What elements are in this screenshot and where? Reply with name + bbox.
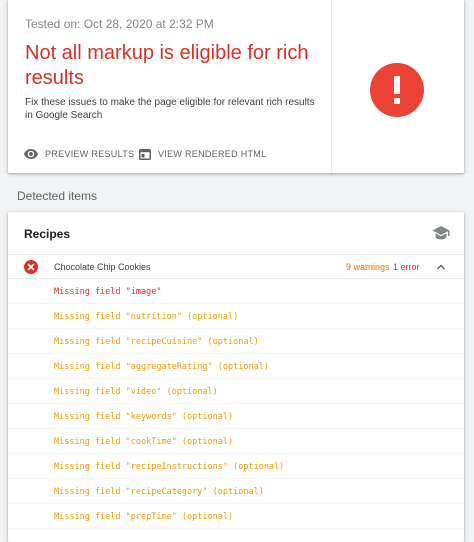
graduation-cap-icon[interactable] — [432, 224, 450, 242]
preview-results-label: PREVIEW RESULTS — [45, 149, 135, 159]
issue-row[interactable]: Missing field "aggregateRating" (optiona… — [8, 354, 464, 379]
error-x-icon — [24, 260, 38, 274]
issue-row[interactable]: Missing field "prepTime" (optional) — [8, 504, 464, 529]
recipes-title: Recipes — [24, 227, 71, 241]
browser-window-icon — [139, 148, 151, 160]
issue-row[interactable]: Missing field "nutrition" (optional) — [8, 304, 464, 329]
issue-row[interactable]: Missing field "image" — [8, 279, 464, 304]
recipes-card: Recipes Chocolate Chip Cookies 9 warning… — [8, 212, 464, 542]
eye-icon — [24, 149, 38, 159]
exclamation-icon — [370, 63, 424, 117]
exclamation-dot — [394, 98, 400, 104]
issue-row[interactable]: Missing field "recipeInstructions" (opti… — [8, 454, 464, 479]
recipe-item-row[interactable]: Chocolate Chip Cookies 9 warnings 1 erro… — [8, 254, 464, 279]
issue-row[interactable]: Missing field "cookTime" (optional) — [8, 429, 464, 454]
issues-list: Missing field "image" Missing field "nutr… — [8, 279, 464, 529]
test-summary-card: Tested on: Oct 28, 2020 at 2:32 PM Not a… — [8, 0, 464, 173]
exclamation-bar — [394, 76, 400, 94]
summary-divider — [331, 0, 332, 173]
detected-items-heading: Detected items — [17, 189, 98, 203]
issue-row[interactable]: Missing field "keywords" (optional) — [8, 404, 464, 429]
recipes-card-header: Recipes — [8, 212, 464, 254]
view-rendered-html-label: VIEW RENDERED HTML — [158, 149, 267, 159]
result-headline: Not all markup is eligible for rich resu… — [25, 42, 309, 89]
issue-row[interactable]: Missing field "recipeCuisine" (optional) — [8, 329, 464, 354]
recipe-item-name: Chocolate Chip Cookies — [54, 262, 151, 272]
summary-main: Tested on: Oct 28, 2020 at 2:32 PM Not a… — [8, 0, 331, 173]
issue-row[interactable]: Missing field "video" (optional) — [8, 379, 464, 404]
chevron-up-icon[interactable] — [436, 262, 446, 272]
warnings-count: 9 warnings — [346, 262, 390, 272]
tested-on-timestamp: Tested on: Oct 28, 2020 at 2:32 PM — [25, 17, 214, 31]
issue-row[interactable]: Missing field "recipeCategory" (optional… — [8, 479, 464, 504]
view-rendered-html-button[interactable]: VIEW RENDERED HTML — [139, 146, 266, 162]
preview-results-button[interactable]: PREVIEW RESULTS — [24, 146, 134, 162]
result-subtext: Fix these issues to make the page eligib… — [25, 97, 315, 121]
errors-count: 1 error — [393, 262, 420, 272]
